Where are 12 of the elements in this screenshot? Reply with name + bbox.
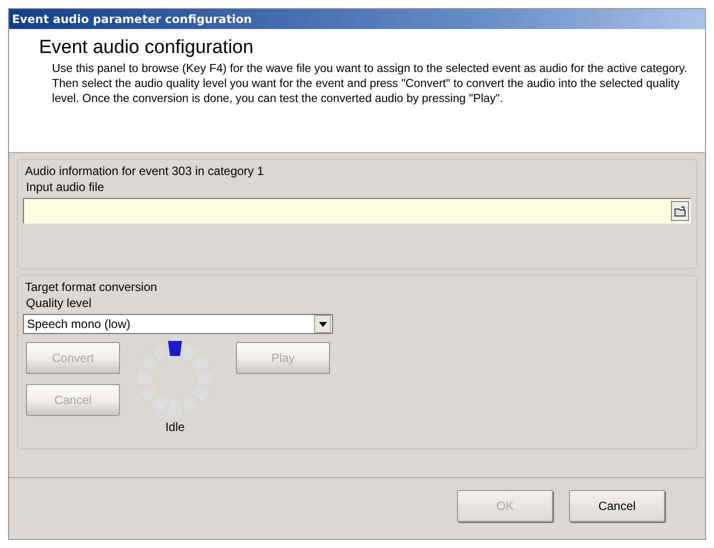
group-title: Audio information for event 303 in category 1 [25,164,265,178]
window-title: Event audio parameter configuration [12,12,252,26]
status-label: Idle [165,420,185,434]
file-input-field[interactable] [23,198,691,224]
field-label: Quality level [26,296,92,310]
header-title: Event audio configuration [39,37,254,59]
button[interactable]: Cancel [569,490,665,522]
field-label: Input audio file [26,180,106,194]
group-title: Target format conversion [25,280,158,294]
header-description: Use this panel to browse (Key F4) for the wave file you want to assign to the selected event as audio for the active category. Then select the audio quality level you want for the event and press "Convert" to convert the audio into the selected quality level. Once the conversion is done, you can test the converted audio by pressing "Play". [51,61,688,106]
browse-icon[interactable] [671,201,689,221]
quality-dropdown[interactable]: Speech mono (low) [23,314,333,334]
